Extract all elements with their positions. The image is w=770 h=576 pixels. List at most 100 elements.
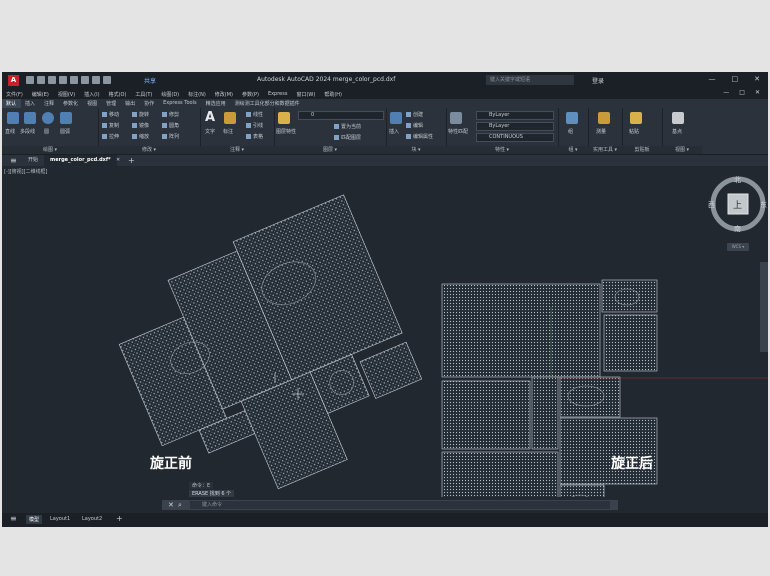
color-dropdown[interactable]: ByLayer: [476, 111, 554, 120]
viewcube-south[interactable]: 南: [734, 224, 741, 234]
table-button[interactable]: 表格: [246, 133, 263, 140]
viewcube-face-top[interactable]: 上: [733, 198, 742, 211]
minimize-button[interactable]: —: [709, 75, 716, 83]
tab-layout1[interactable]: Layout1: [50, 516, 70, 522]
panel-layers-title[interactable]: 图层 ▾: [274, 146, 386, 154]
match-properties-icon[interactable]: [450, 112, 462, 124]
navigation-bar[interactable]: [760, 262, 768, 352]
panel-block-title[interactable]: 块 ▾: [386, 146, 446, 154]
tab-home[interactable]: 默认: [2, 99, 22, 108]
undo-icon[interactable]: [81, 76, 89, 84]
viewcube-east[interactable]: 东: [760, 200, 767, 210]
share-button[interactable]: 共享: [144, 76, 156, 85]
menu-insert[interactable]: 插入(I): [80, 89, 104, 99]
doc-minimize-button[interactable]: —: [723, 89, 729, 96]
leader-button[interactable]: 引线: [246, 122, 263, 129]
text-icon[interactable]: A: [205, 111, 217, 124]
tab-layout2[interactable]: Layout2: [82, 516, 102, 522]
wcs-menu[interactable]: WCS ▾: [727, 243, 749, 251]
workspace-icon[interactable]: [103, 76, 111, 84]
insert-block-icon[interactable]: [390, 112, 402, 124]
group-icon[interactable]: [566, 112, 578, 124]
measure-icon[interactable]: [598, 112, 610, 124]
set-current-button[interactable]: 置为当前: [334, 123, 361, 130]
layout-menu-icon[interactable]: ≡: [10, 514, 17, 523]
tab-express-tools[interactable]: Express Tools: [159, 99, 201, 108]
viewcube-west[interactable]: 西: [708, 200, 715, 210]
dimension-icon[interactable]: [224, 112, 236, 124]
close-button[interactable]: ✕: [754, 75, 760, 83]
save-icon[interactable]: [48, 76, 56, 84]
menu-file[interactable]: 文件(F): [2, 89, 28, 99]
create-block-button[interactable]: 创建: [406, 111, 423, 118]
panel-properties-title[interactable]: 特性 ▾: [446, 146, 558, 154]
add-layout-button[interactable]: +: [116, 514, 123, 523]
viewcube[interactable]: 上 北 南 东 西: [708, 174, 768, 234]
menu-edit[interactable]: 编辑(E): [28, 89, 54, 99]
panel-groups-title[interactable]: 组 ▾: [558, 146, 588, 154]
save-as-icon[interactable]: [59, 76, 67, 84]
edit-block-button[interactable]: 编辑: [406, 122, 423, 129]
move-button[interactable]: 移动: [102, 111, 119, 118]
menu-dimension[interactable]: 标注(N): [184, 89, 211, 99]
tab-current-drawing[interactable]: merge_color_pcd.dxf*: [44, 155, 117, 166]
menu-draw[interactable]: 绘图(D): [157, 89, 184, 99]
circle-icon[interactable]: [42, 112, 54, 124]
menu-window[interactable]: 窗口(W): [292, 89, 320, 99]
menu-view[interactable]: 视图(V): [54, 89, 80, 99]
doc-close-button[interactable]: ✕: [755, 89, 760, 96]
menu-hamburger-icon[interactable]: ≡: [4, 155, 23, 166]
base-point-icon[interactable]: [672, 112, 684, 124]
plot-icon[interactable]: [70, 76, 78, 84]
new-icon[interactable]: [26, 76, 34, 84]
edit-attributes-button[interactable]: 编辑属性: [406, 133, 433, 140]
arc-icon[interactable]: [60, 112, 72, 124]
menu-express[interactable]: Express: [264, 89, 293, 99]
tab-start[interactable]: 开始: [22, 155, 44, 166]
array-button[interactable]: 阵列: [162, 133, 179, 140]
open-icon[interactable]: [37, 76, 45, 84]
menu-format[interactable]: 格式(O): [105, 89, 132, 99]
stretch-button[interactable]: 拉伸: [102, 133, 119, 140]
polyline-icon[interactable]: [24, 112, 36, 124]
linetype-dropdown[interactable]: CONTINUOUS: [476, 133, 554, 142]
tab-collaborate[interactable]: 协作: [140, 99, 159, 108]
tab-parametric[interactable]: 参数化: [59, 99, 83, 108]
panel-clipboard-title[interactable]: 剪贴板: [622, 146, 662, 154]
tab-survey-plugin[interactable]: 测绘测工具化部分和数据插件: [231, 99, 305, 108]
line-icon[interactable]: [7, 112, 19, 124]
tab-annotate[interactable]: 注释: [40, 99, 59, 108]
new-tab-button[interactable]: +: [122, 155, 141, 166]
panel-view-title[interactable]: 视图 ▾: [662, 146, 702, 154]
maximize-button[interactable]: □: [732, 75, 739, 83]
layer-dropdown[interactable]: 0: [298, 111, 384, 120]
layer-properties-icon[interactable]: [278, 112, 290, 124]
copy-button[interactable]: 复制: [102, 122, 119, 129]
panel-modify-title[interactable]: 修改 ▾: [98, 146, 200, 154]
panel-utilities-title[interactable]: 实用工具 ▾: [588, 146, 622, 154]
fillet-button[interactable]: 圆角: [162, 122, 179, 129]
tab-model[interactable]: 模型: [26, 515, 43, 524]
paste-icon[interactable]: [630, 112, 642, 124]
redo-icon[interactable]: [92, 76, 100, 84]
autocad-logo-button[interactable]: A: [8, 75, 19, 86]
login-button[interactable]: 登录: [592, 76, 604, 85]
tab-manage[interactable]: 管理: [102, 99, 121, 108]
tab-insert[interactable]: 插入: [21, 99, 40, 108]
panel-annotation-title[interactable]: 注释 ▾: [200, 146, 274, 154]
menu-parametric[interactable]: 参数(P): [238, 89, 264, 99]
linear-button[interactable]: 线性: [246, 111, 263, 118]
scale-button[interactable]: 缩放: [132, 133, 149, 140]
lineweight-dropdown[interactable]: ByLayer: [476, 122, 554, 131]
mirror-button[interactable]: 镜像: [132, 122, 149, 129]
match-layer-button[interactable]: 匹配图层: [334, 134, 361, 141]
menu-help[interactable]: 帮助(H): [320, 89, 347, 99]
drawing-canvas[interactable]: [2, 167, 768, 497]
trim-button[interactable]: 修剪: [162, 111, 179, 118]
search-input[interactable]: 键入关键字或短语: [486, 75, 574, 85]
tab-view[interactable]: 视图: [83, 99, 102, 108]
viewcube-north[interactable]: 北: [734, 175, 741, 185]
panel-draw-title[interactable]: 绘图 ▾: [2, 146, 98, 154]
rotate-button[interactable]: 旋转: [132, 111, 149, 118]
doc-restore-button[interactable]: □: [739, 89, 745, 96]
